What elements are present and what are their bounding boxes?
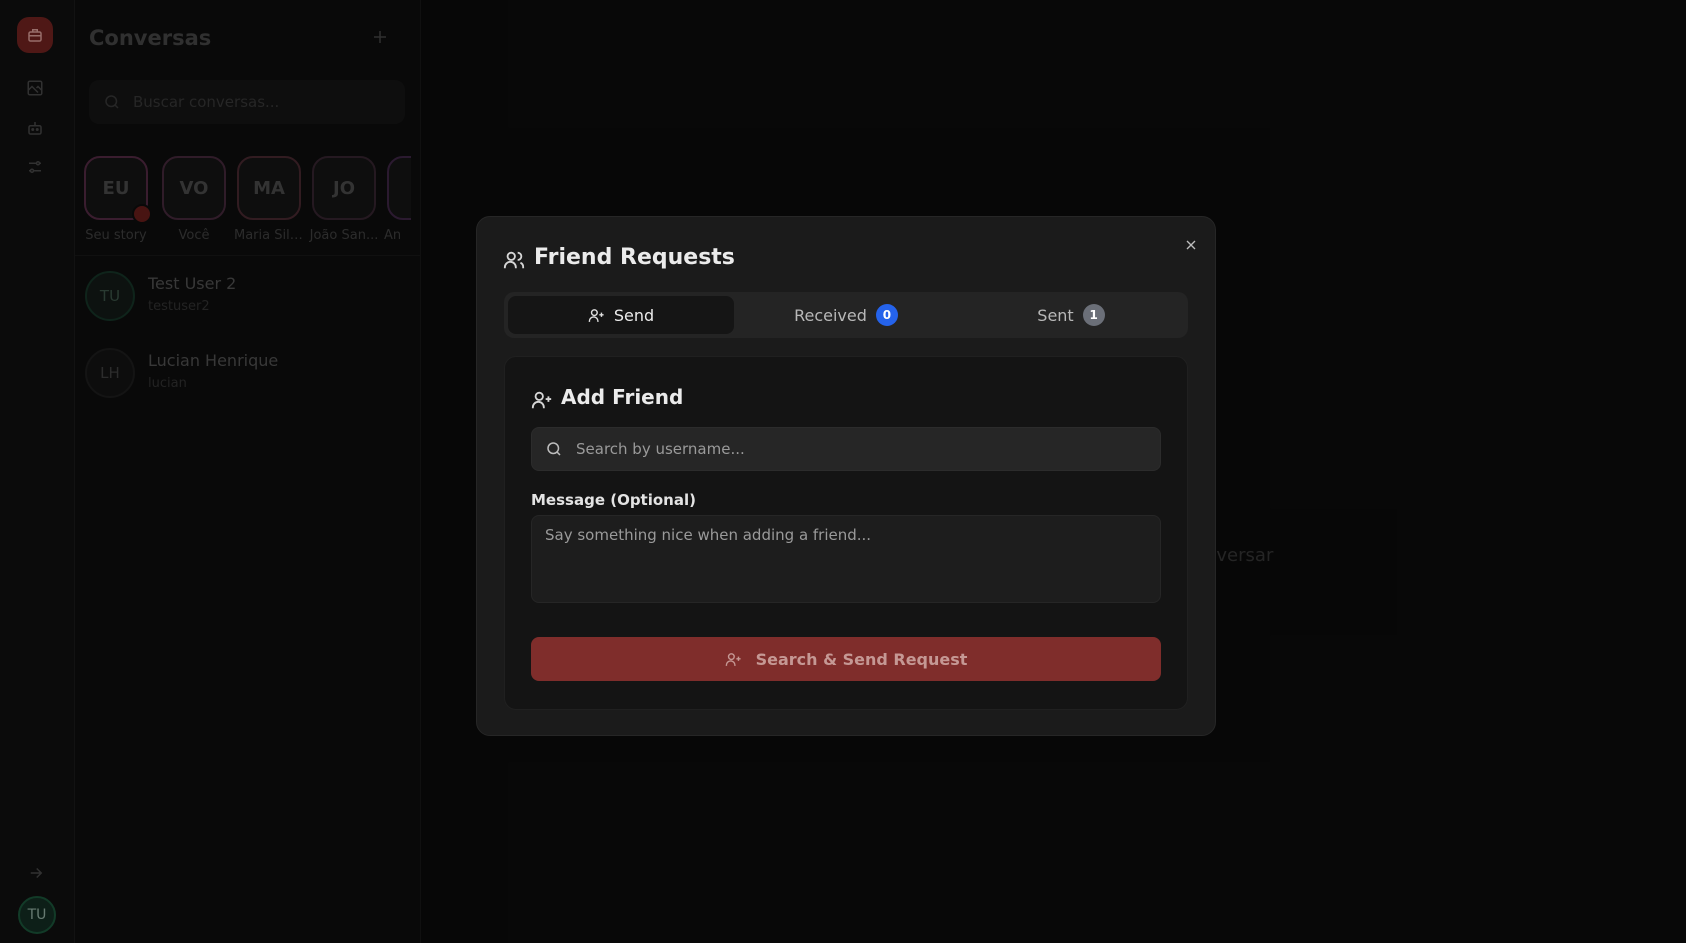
tab-sent[interactable]: Sent 1 [958,296,1184,334]
close-icon [1186,240,1196,250]
app-window: TU Conversas Buscar conversas... EU Seu … [0,0,1686,943]
search-send-request-button[interactable]: Search & Send Request [531,637,1161,681]
message-textarea[interactable] [531,515,1161,603]
user-plus-icon [531,391,552,409]
submit-label: Search & Send Request [755,649,968,669]
tab-label: Received [794,305,867,325]
close-button[interactable] [1181,235,1201,255]
user-plus-icon [725,652,741,666]
username-search-field[interactable] [531,427,1161,471]
tab-label: Send [613,305,655,325]
user-plus-icon [588,308,604,322]
received-count-badge: 0 [875,304,898,326]
username-search-input[interactable] [576,428,1146,470]
sent-count-badge: 1 [1082,304,1105,326]
tab-label: Sent [1037,305,1074,325]
message-label: Message (Optional) [531,491,696,509]
tab-send[interactable]: Send [508,296,734,334]
users-icon [503,251,525,269]
tab-received[interactable]: Received 0 [733,296,959,334]
add-friend-title: Add Friend [561,385,684,409]
request-tabs: Send Received 0 Sent 1 [504,292,1188,338]
add-friend-card: Add Friend Message (Optional) Search & S… [504,356,1188,710]
dialog-title: Friend Requests [534,245,735,270]
search-icon [547,442,561,456]
friend-requests-dialog: Friend Requests Send Received 0 Sent 1 A… [476,216,1216,736]
